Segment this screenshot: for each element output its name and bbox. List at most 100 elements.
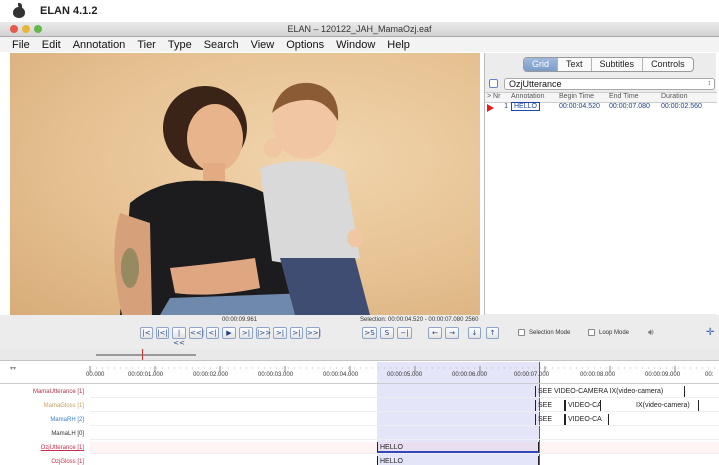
mac-menubar: ELAN 4.1.2 <box>0 0 719 22</box>
clear-selection-button[interactable]: S <box>380 327 394 339</box>
annotation-mama-gloss-video-camera[interactable]: VIDEO-CA <box>565 400 601 411</box>
tier-label-ozj-utterance[interactable]: OzjUtterance [1] <box>0 445 88 451</box>
menu-tier[interactable]: Tier <box>137 39 156 51</box>
slider-marker[interactable] <box>142 349 143 360</box>
tick-label: 00: <box>705 372 714 378</box>
grid-cell-annotation[interactable]: HELLO <box>511 102 559 113</box>
selection-mode-label: Selection Mode <box>529 329 571 336</box>
select-arrows-icon: ↕ <box>707 79 712 87</box>
annotation-mama-gloss-ix[interactable]: IX(video-camera) <box>634 400 699 411</box>
time-ruler[interactable]: 00.000 00:00:01.000 00:00:02.000 00:00:0… <box>0 362 719 384</box>
next-annotation-button[interactable]: >| <box>239 327 253 339</box>
annotation-ozj-utterance[interactable]: HELLO <box>377 442 539 453</box>
annotation-mama-utterance[interactable]: SEE VIDEO-CAMERA IX(video-camera) <box>535 386 685 397</box>
annotation-mama-rh-video-camera[interactable]: VIDEO-CA <box>565 414 609 425</box>
tab-grid[interactable]: Grid <box>524 58 559 71</box>
tier-checkbox[interactable] <box>489 79 498 88</box>
table-row[interactable]: 1 HELLO 00:00:04.520 00:00:07.080 00:00:… <box>485 102 717 113</box>
grid-header-end[interactable]: End Time <box>609 93 661 102</box>
tier-label-mama-utterance[interactable]: MamaUtterance [1] <box>0 389 88 395</box>
previous-annotation-button[interactable]: <| <box>206 327 219 339</box>
selection-boundary-button[interactable]: −| <box>397 327 412 339</box>
step-forward-pixel-button[interactable]: |>> <box>256 327 271 339</box>
grid-header-nr[interactable]: > Nr <box>485 93 511 102</box>
selection-mode-toggle[interactable]: Selection Mode <box>518 329 570 336</box>
step-forward-second-button[interactable]: >| <box>273 327 287 339</box>
grid-cell-begin: 00:00:04.520 <box>559 103 600 110</box>
tick-label: 00:00:09.000 <box>645 372 681 378</box>
tick-label: 00:00:08.000 <box>580 372 616 378</box>
tier-track[interactable] <box>90 414 719 426</box>
timeline-viewer[interactable]: 00.000 00:00:01.000 00:00:02.000 00:00:0… <box>0 362 719 465</box>
tier-track[interactable] <box>90 428 719 440</box>
video-viewer[interactable] <box>10 53 480 315</box>
video-frame <box>114 82 370 315</box>
tick-label: 00.000 <box>86 372 105 378</box>
loop-mode-toggle[interactable]: Loop Mode <box>588 329 629 336</box>
selection-mode-checkbox[interactable] <box>518 329 525 336</box>
volume-icon[interactable]: 🔊︎ <box>648 327 654 338</box>
up-arrow-button[interactable]: ↑ <box>486 327 499 339</box>
go-to-end-button[interactable]: >>| <box>306 327 321 339</box>
menu-help[interactable]: Help <box>387 39 410 51</box>
tab-subtitles[interactable]: Subtitles <box>592 58 644 71</box>
tick-label: 00:00:07.000 <box>514 372 550 378</box>
menu-search[interactable]: Search <box>204 39 239 51</box>
menu-bar: File Edit Annotation Tier Type Search Vi… <box>0 37 719 52</box>
play-button[interactable]: ▶ <box>222 327 236 339</box>
grid-header-duration[interactable]: Duration <box>661 93 717 102</box>
play-selection-button[interactable]: >S <box>362 327 377 339</box>
menu-annotation[interactable]: Annotation <box>73 39 126 51</box>
loop-mode-label: Loop Mode <box>599 329 630 336</box>
current-row-arrow-icon <box>487 104 494 112</box>
left-arrow-button[interactable]: ← <box>428 327 442 339</box>
tier-label-mama-rh[interactable]: MamaRH [2] <box>0 417 88 423</box>
menu-options[interactable]: Options <box>286 39 324 51</box>
tick-label: 00:00:06.000 <box>452 372 488 378</box>
tier-label-mama-lh[interactable]: MamaLH [0] <box>0 431 88 437</box>
grid-cell-duration: 00:00:02.560 <box>661 103 702 110</box>
step-back-pixel-button[interactable]: <<| <box>189 327 204 339</box>
grid-cell-annotation-text: HELLO <box>511 102 540 111</box>
menu-file[interactable]: File <box>12 39 30 51</box>
media-controls: 00:00:09.961 Selection: 00:00:04.520 - 0… <box>0 315 719 349</box>
selection-readout: Selection: 00:00:04.520 - 00:00:07.080 2… <box>360 317 479 323</box>
tier-select[interactable]: OzjUtterance ↕ <box>504 77 715 90</box>
loop-mode-checkbox[interactable] <box>588 329 595 336</box>
crosshair-icon[interactable]: ✛ <box>706 327 714 338</box>
tick-label: 00:00:04.000 <box>323 372 359 378</box>
menu-type[interactable]: Type <box>168 39 192 51</box>
tier-label-mama-gloss[interactable]: MamaGloss [1] <box>0 403 88 409</box>
current-time: 00:00:09.961 <box>222 317 258 323</box>
viewer-tabs: Grid Text Subtitles Controls <box>523 57 694 72</box>
grid-header-begin[interactable]: Begin Time <box>559 93 609 102</box>
tier-label-ozj-gloss[interactable]: OzjGloss [1] <box>0 459 88 465</box>
down-arrow-button[interactable]: ↓ <box>468 327 481 339</box>
media-slider[interactable] <box>0 349 719 361</box>
app-name[interactable]: ELAN 4.1.2 <box>40 5 97 17</box>
right-arrow-button[interactable]: → <box>445 327 459 339</box>
go-to-begin-button[interactable]: |< <box>140 327 153 339</box>
apple-icon[interactable] <box>12 3 26 18</box>
tier-select-value: OzjUtterance <box>509 78 562 89</box>
menu-window[interactable]: Window <box>336 39 375 51</box>
tick-label: 00:00:01.000 <box>128 372 164 378</box>
tab-controls[interactable]: Controls <box>643 58 693 71</box>
tick-label: 00:00:02.000 <box>193 372 229 378</box>
timeline-menu-icon[interactable]: ▾▾ <box>10 365 16 372</box>
tick-label: 00:00:05.000 <box>387 372 423 378</box>
menu-edit[interactable]: Edit <box>42 39 61 51</box>
window-titlebar[interactable]: ELAN – 120122_JAH_MamaOzj.eaf <box>0 22 719 37</box>
tab-text[interactable]: Text <box>558 58 592 71</box>
menu-view[interactable]: View <box>251 39 275 51</box>
slider-track[interactable] <box>96 354 196 356</box>
annotation-ozj-gloss[interactable]: HELLO <box>377 456 539 465</box>
step-back-second-button[interactable]: |<< <box>172 327 186 347</box>
previous-frame-button[interactable]: |<| <box>156 327 169 339</box>
window-title: ELAN – 120122_JAH_MamaOzj.eaf <box>287 24 432 34</box>
next-frame-button[interactable]: >| <box>290 327 303 339</box>
grid-header-annotation[interactable]: Annotation <box>511 93 559 102</box>
tier-track[interactable] <box>90 400 719 412</box>
annotation-mama-gloss-see[interactable]: SEE <box>535 400 565 411</box>
annotation-mama-rh-see[interactable]: SEE <box>535 414 565 425</box>
